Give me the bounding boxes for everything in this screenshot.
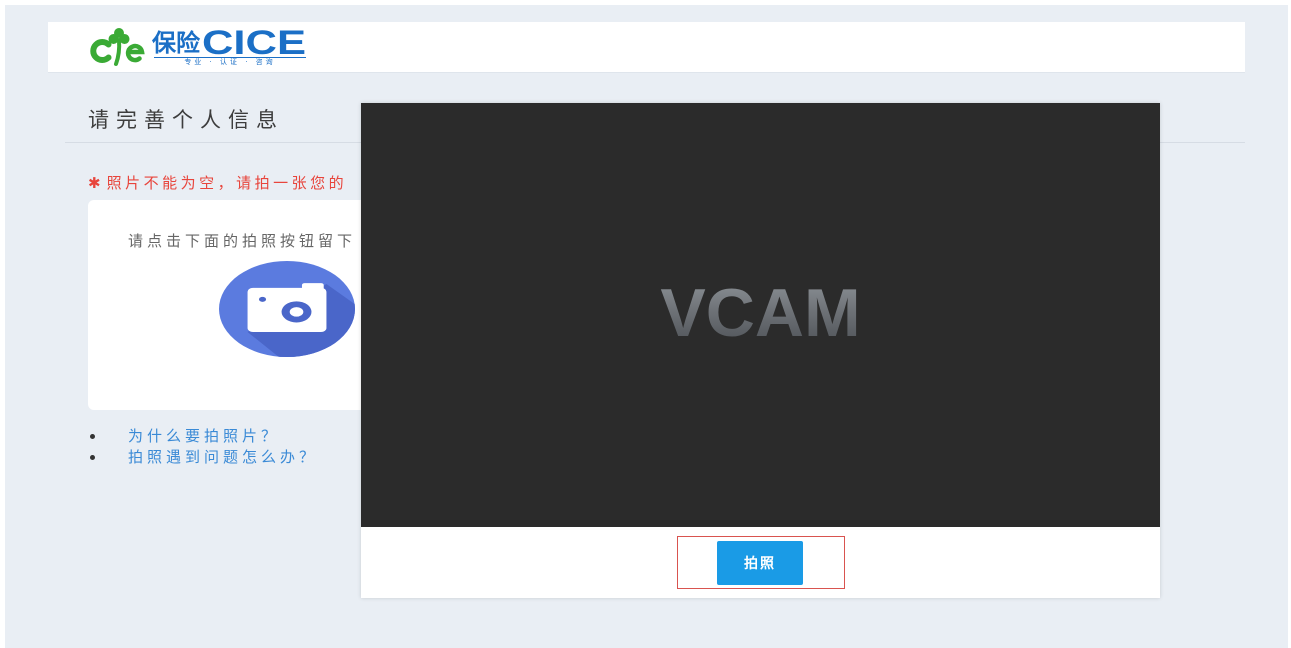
capture-photo-button[interactable]: 拍照 bbox=[717, 541, 803, 585]
notice-text: 照片不能为空，请拍一张您的 bbox=[106, 174, 348, 192]
why-photo-link[interactable]: 为什么要拍照片？ bbox=[128, 426, 280, 447]
bullet-icon bbox=[90, 455, 95, 460]
list-item: 为什么要拍照片？ bbox=[88, 426, 348, 447]
camera-icon[interactable] bbox=[219, 261, 355, 357]
cice-clover-logo-icon[interactable] bbox=[89, 25, 149, 69]
logo-name-en: CICE bbox=[202, 24, 306, 62]
photo-problem-link[interactable]: 拍照遇到问题怎么办？ bbox=[128, 447, 318, 468]
site-header: 保险CICE 专业 · 认证 · 咨询 bbox=[48, 22, 1245, 73]
page-title: 请完善个人信息 bbox=[88, 108, 284, 132]
logo-name-cn: 保险 bbox=[152, 29, 200, 57]
camera-preview: VCAM bbox=[361, 103, 1160, 527]
bullet-icon bbox=[90, 434, 95, 439]
card-instruction: 请点击下面的拍照按钮留下 bbox=[128, 232, 357, 250]
photo-required-notice: ✱ 照片不能为空，请拍一张您的 bbox=[88, 173, 347, 193]
modal-footer: 拍照 bbox=[361, 527, 1160, 598]
camera-modal: VCAM 拍照 bbox=[361, 103, 1160, 598]
help-links: 为什么要拍照片？ 拍照遇到问题怎么办？ bbox=[88, 426, 348, 468]
logo-wordmark[interactable]: 保险CICE bbox=[152, 26, 306, 60]
list-item: 拍照遇到问题怎么办？ bbox=[88, 447, 348, 468]
vcam-preview-label: VCAM bbox=[361, 277, 1160, 349]
required-marker: ✱ bbox=[88, 174, 101, 192]
logo-tagline: 专业 · 认证 · 咨询 bbox=[154, 57, 306, 67]
